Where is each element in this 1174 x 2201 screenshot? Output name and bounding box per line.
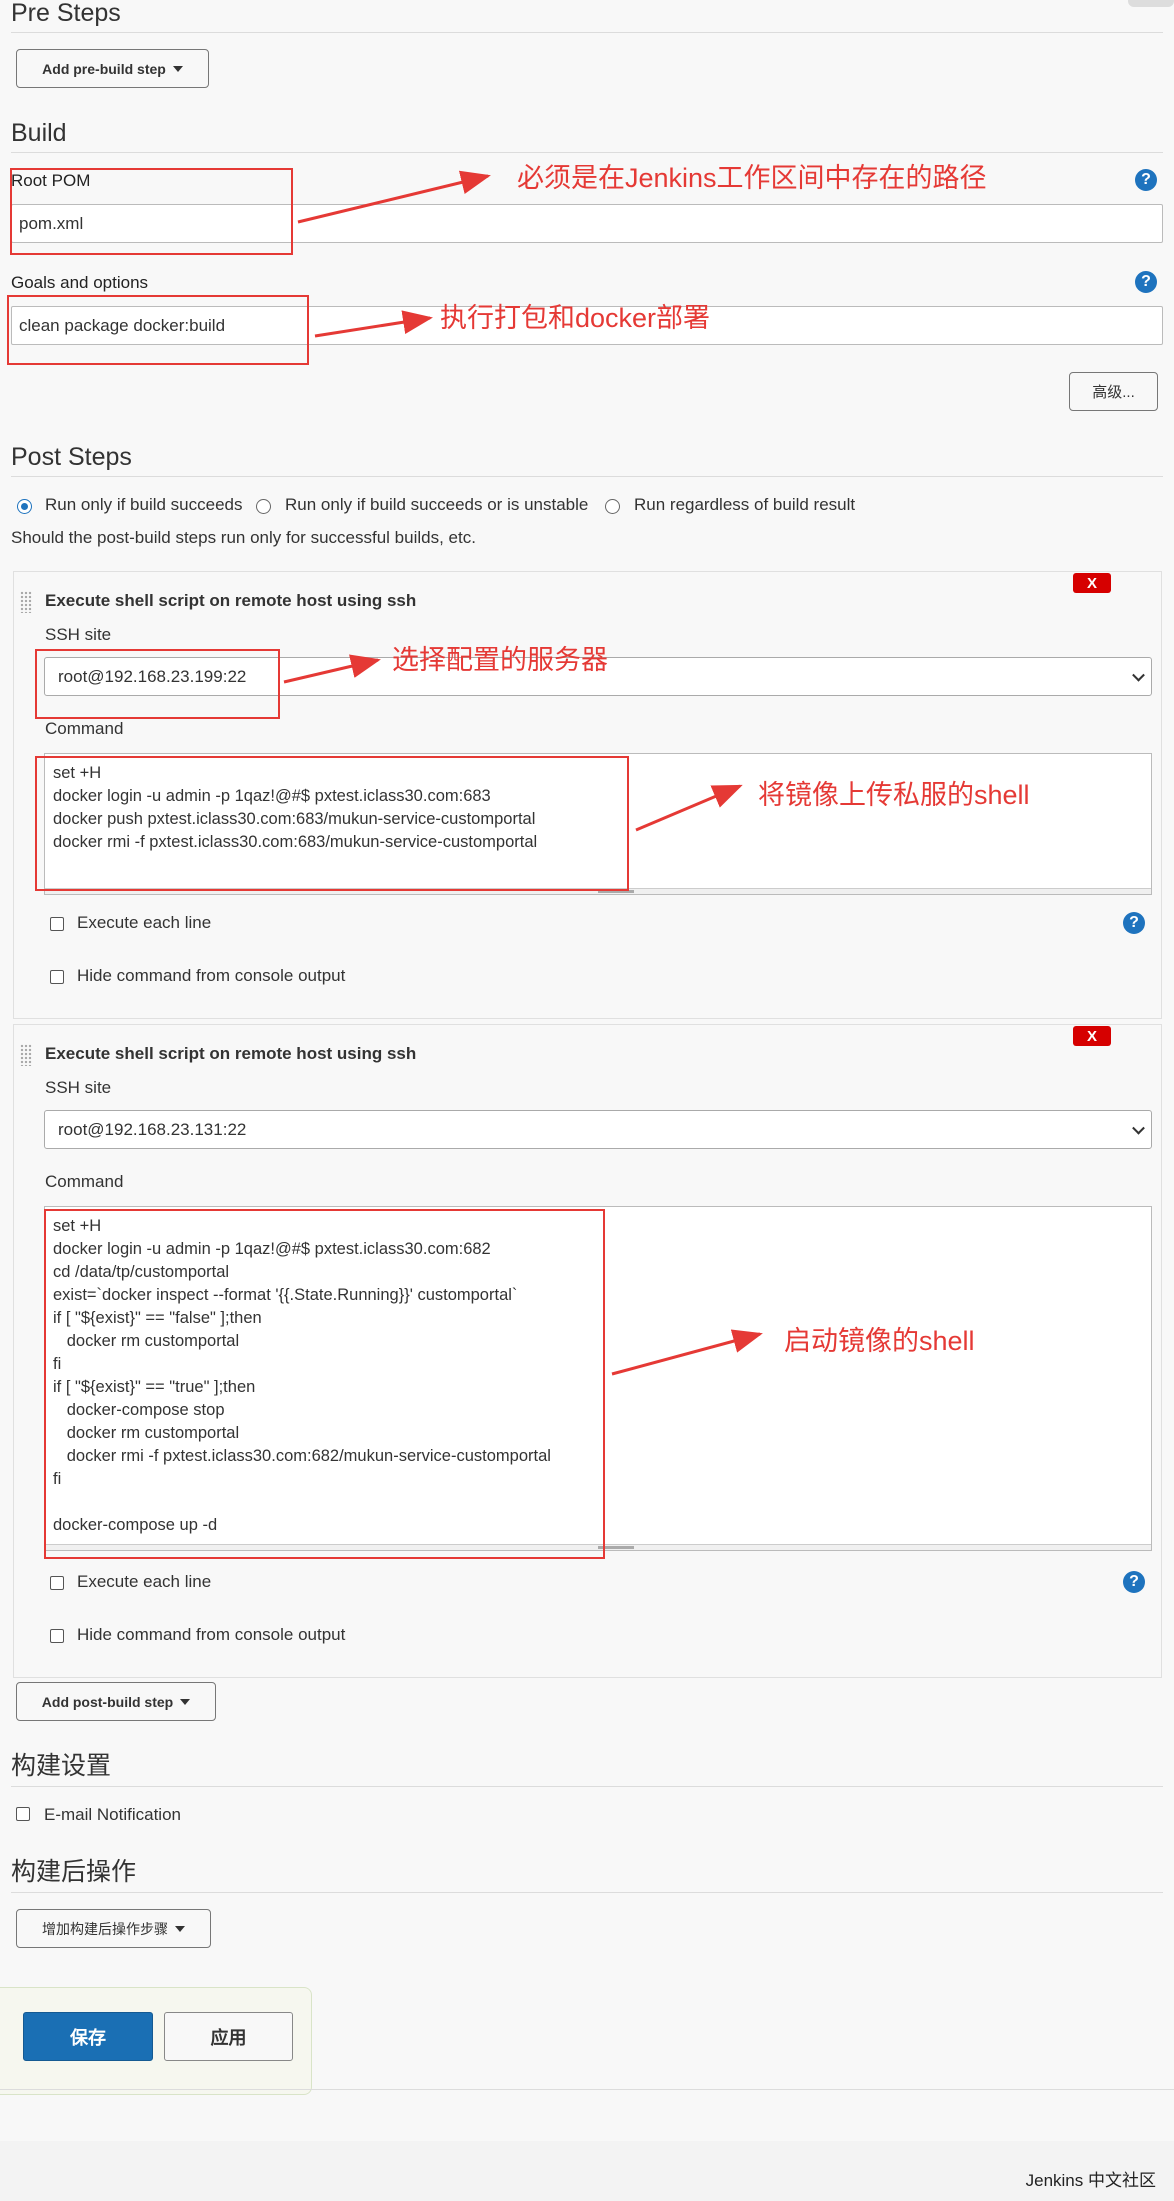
annotation-command-2: 启动镜像的shell <box>784 1326 975 1356</box>
arrow-ssh-site <box>283 654 381 684</box>
arrow-goals <box>314 310 433 338</box>
annotation-command-1: 将镜像上传私服的shell <box>758 780 1030 810</box>
annotation-root-pom: 必须是在Jenkins工作区间中存在的路径 <box>517 163 987 193</box>
arrow-root-pom <box>297 170 491 224</box>
arrow-command-2 <box>611 1329 763 1376</box>
arrow-command-1 <box>635 784 743 832</box>
annotation-ssh-site: 选择配置的服务器 <box>392 645 608 675</box>
annotation-goals: 执行打包和docker部署 <box>440 303 711 333</box>
